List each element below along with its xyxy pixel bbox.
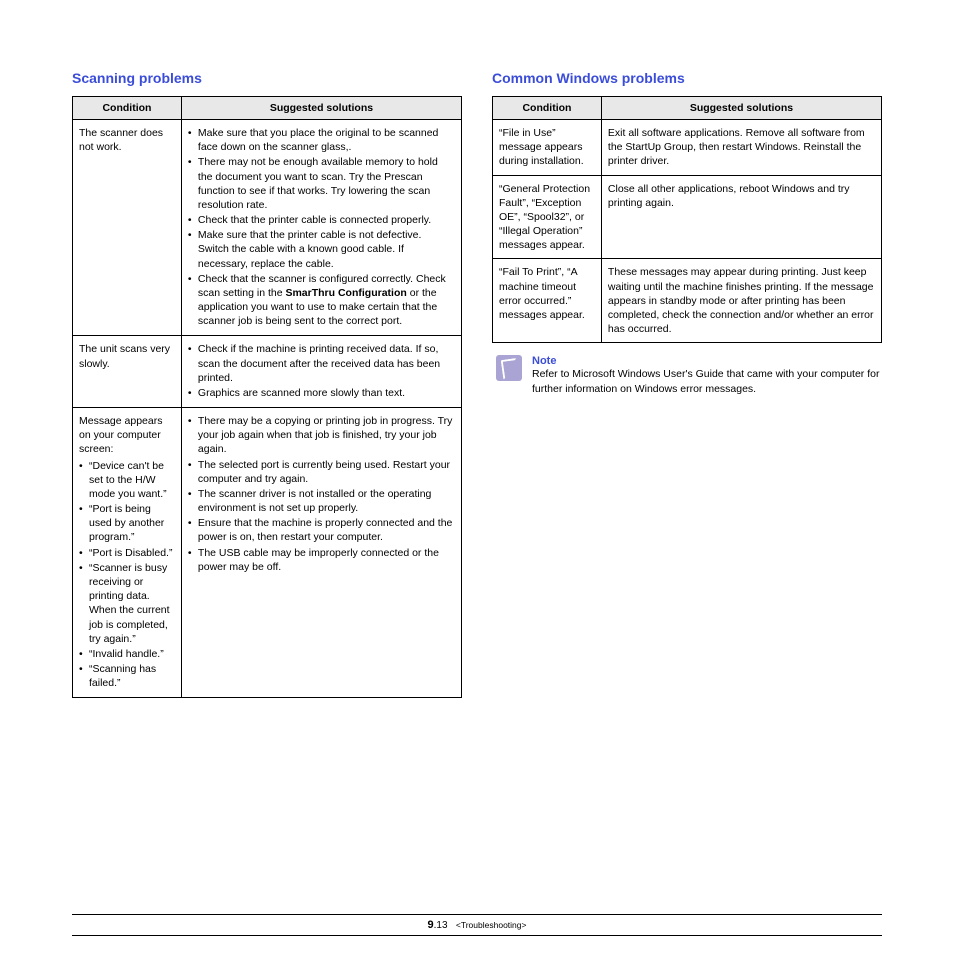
note-block: Note Refer to Microsoft Windows User's G… xyxy=(492,355,882,396)
note-icon xyxy=(496,355,522,381)
th-condition: Condition xyxy=(73,97,182,120)
note-title: Note xyxy=(532,355,882,367)
page-content: Scanning problems Condition Suggested so… xyxy=(0,0,954,698)
solution-cell: Make sure that you place the original to… xyxy=(181,120,461,336)
solution-cell: There may be a copying or printing job i… xyxy=(181,408,461,698)
condition-cell: “General Protection Fault”, “Exception O… xyxy=(493,175,602,259)
scanning-heading: Scanning problems xyxy=(72,70,462,86)
th-condition: Condition xyxy=(493,97,602,120)
condition-cell: The unit scans very slowly. xyxy=(73,336,182,408)
note-body: Refer to Microsoft Windows User's Guide … xyxy=(532,367,882,396)
scanning-table: Condition Suggested solutions The scanne… xyxy=(72,96,462,698)
left-column: Scanning problems Condition Suggested so… xyxy=(72,70,462,698)
windows-heading: Common Windows problems xyxy=(492,70,882,86)
solution-cell: Exit all software applications. Remove a… xyxy=(601,120,881,176)
footer-page: .13 xyxy=(434,920,448,931)
th-solutions: Suggested solutions xyxy=(601,97,881,120)
footer-section: <Troubleshooting> xyxy=(456,920,527,930)
solution-cell: Close all other applications, reboot Win… xyxy=(601,175,881,259)
page-footer: 9.13 <Troubleshooting> xyxy=(72,914,882,936)
condition-cell: “Fail To Print”, “A machine timeout erro… xyxy=(493,259,602,343)
windows-table: Condition Suggested solutions “File in U… xyxy=(492,96,882,343)
th-solutions: Suggested solutions xyxy=(181,97,461,120)
condition-cell: “File in Use” message appears during ins… xyxy=(493,120,602,176)
condition-cell: Message appears on your computer screen:… xyxy=(73,408,182,698)
solution-cell: Check if the machine is printing receive… xyxy=(181,336,461,408)
condition-cell: The scanner does not work. xyxy=(73,120,182,336)
right-column: Common Windows problems Condition Sugges… xyxy=(492,70,882,698)
solution-cell: These messages may appear during printin… xyxy=(601,259,881,343)
